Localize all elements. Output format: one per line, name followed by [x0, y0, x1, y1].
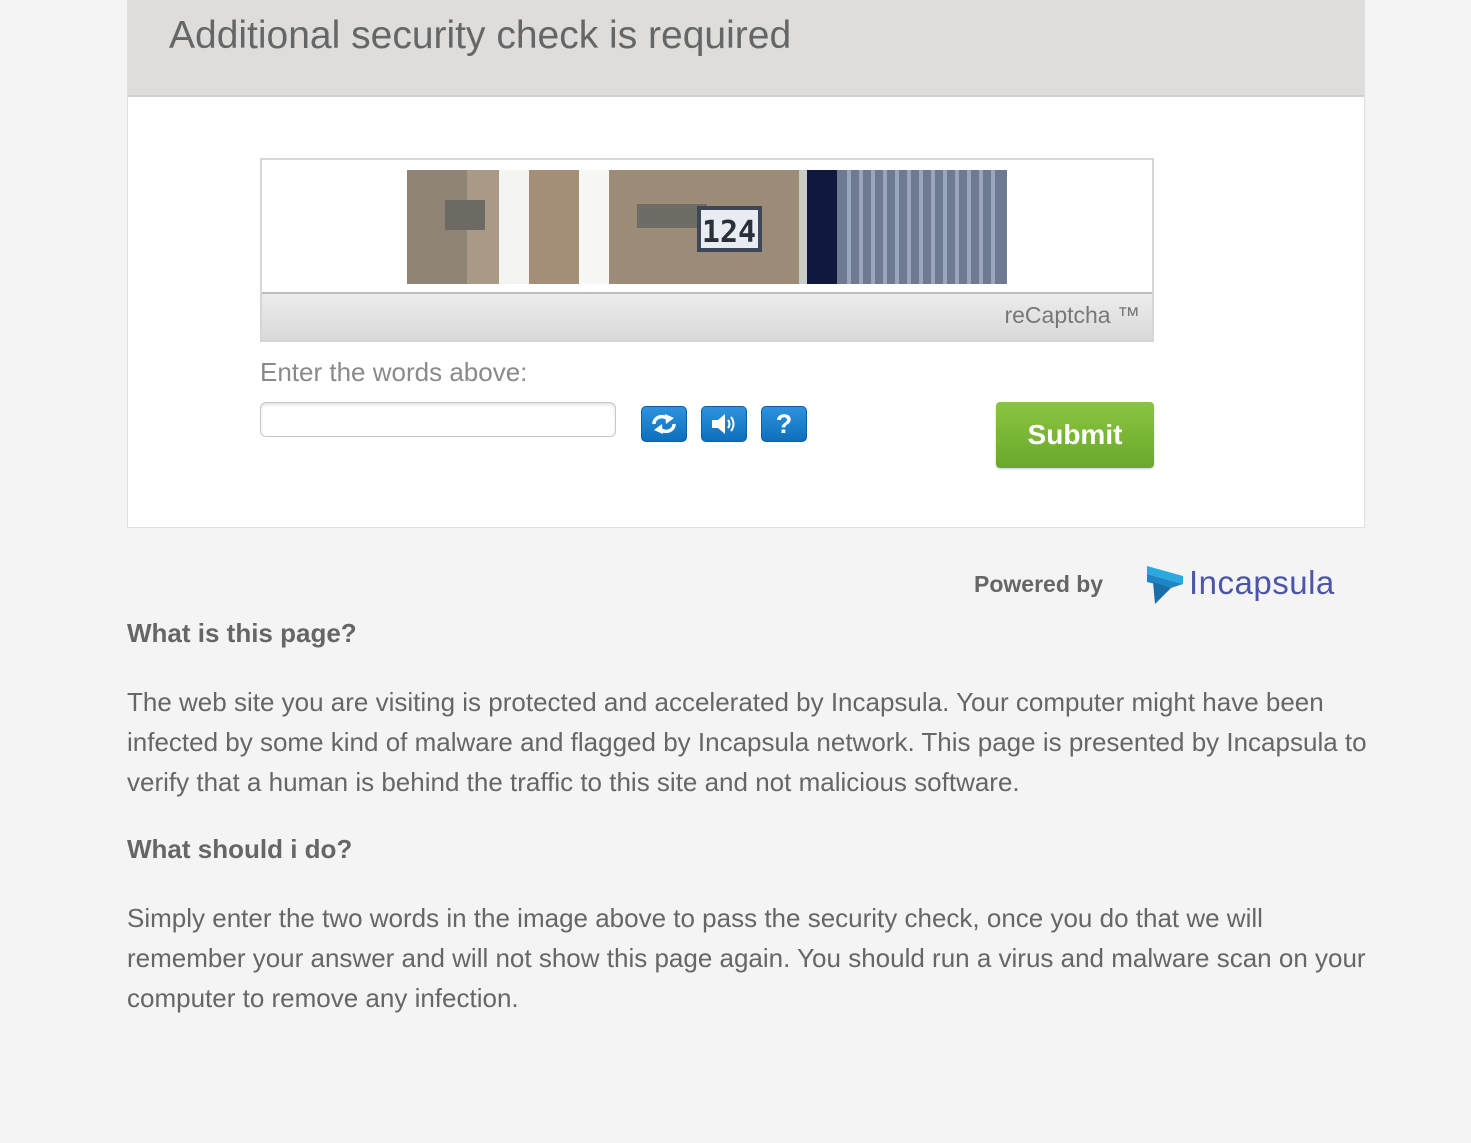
captcha-answer-input[interactable] [260, 402, 616, 437]
incapsula-logo-icon [1147, 566, 1183, 604]
audio-captcha-button[interactable] [701, 406, 747, 442]
incapsula-logo-text: Incapsula [1189, 564, 1335, 601]
speaker-icon [712, 414, 735, 434]
refresh-icon [652, 414, 676, 434]
what-is-this-text: The web site you are visiting is protect… [127, 687, 1367, 797]
recaptcha-widget: 124 reCaptcha ™ [260, 158, 1154, 342]
what-should-i-do-heading: What should i do? [127, 834, 353, 864]
captcha-number: 124 [702, 215, 756, 250]
what-is-this-heading: What is this page? [127, 618, 357, 648]
page-title: Additional security check is required [169, 14, 792, 57]
help-icon: ? [775, 408, 793, 439]
captcha-footer: reCaptcha ™ [262, 292, 1152, 340]
incapsula-logo: Incapsula [1145, 562, 1335, 604]
refresh-captcha-button[interactable] [641, 406, 687, 442]
captcha-image: 124 [407, 170, 1007, 284]
help-button[interactable]: ? [761, 406, 807, 442]
what-should-i-do-text: Simply enter the two words in the image … [127, 903, 1366, 1013]
powered-by-label: Powered by [974, 571, 1104, 597]
panel-header: Additional security check is required [128, 0, 1364, 97]
enter-words-label: Enter the words above: [260, 357, 528, 387]
recaptcha-brand: reCaptcha ™ [1004, 302, 1140, 328]
security-check-panel: Additional security check is required 12… [127, 0, 1365, 528]
submit-button[interactable]: Submit [996, 402, 1154, 468]
